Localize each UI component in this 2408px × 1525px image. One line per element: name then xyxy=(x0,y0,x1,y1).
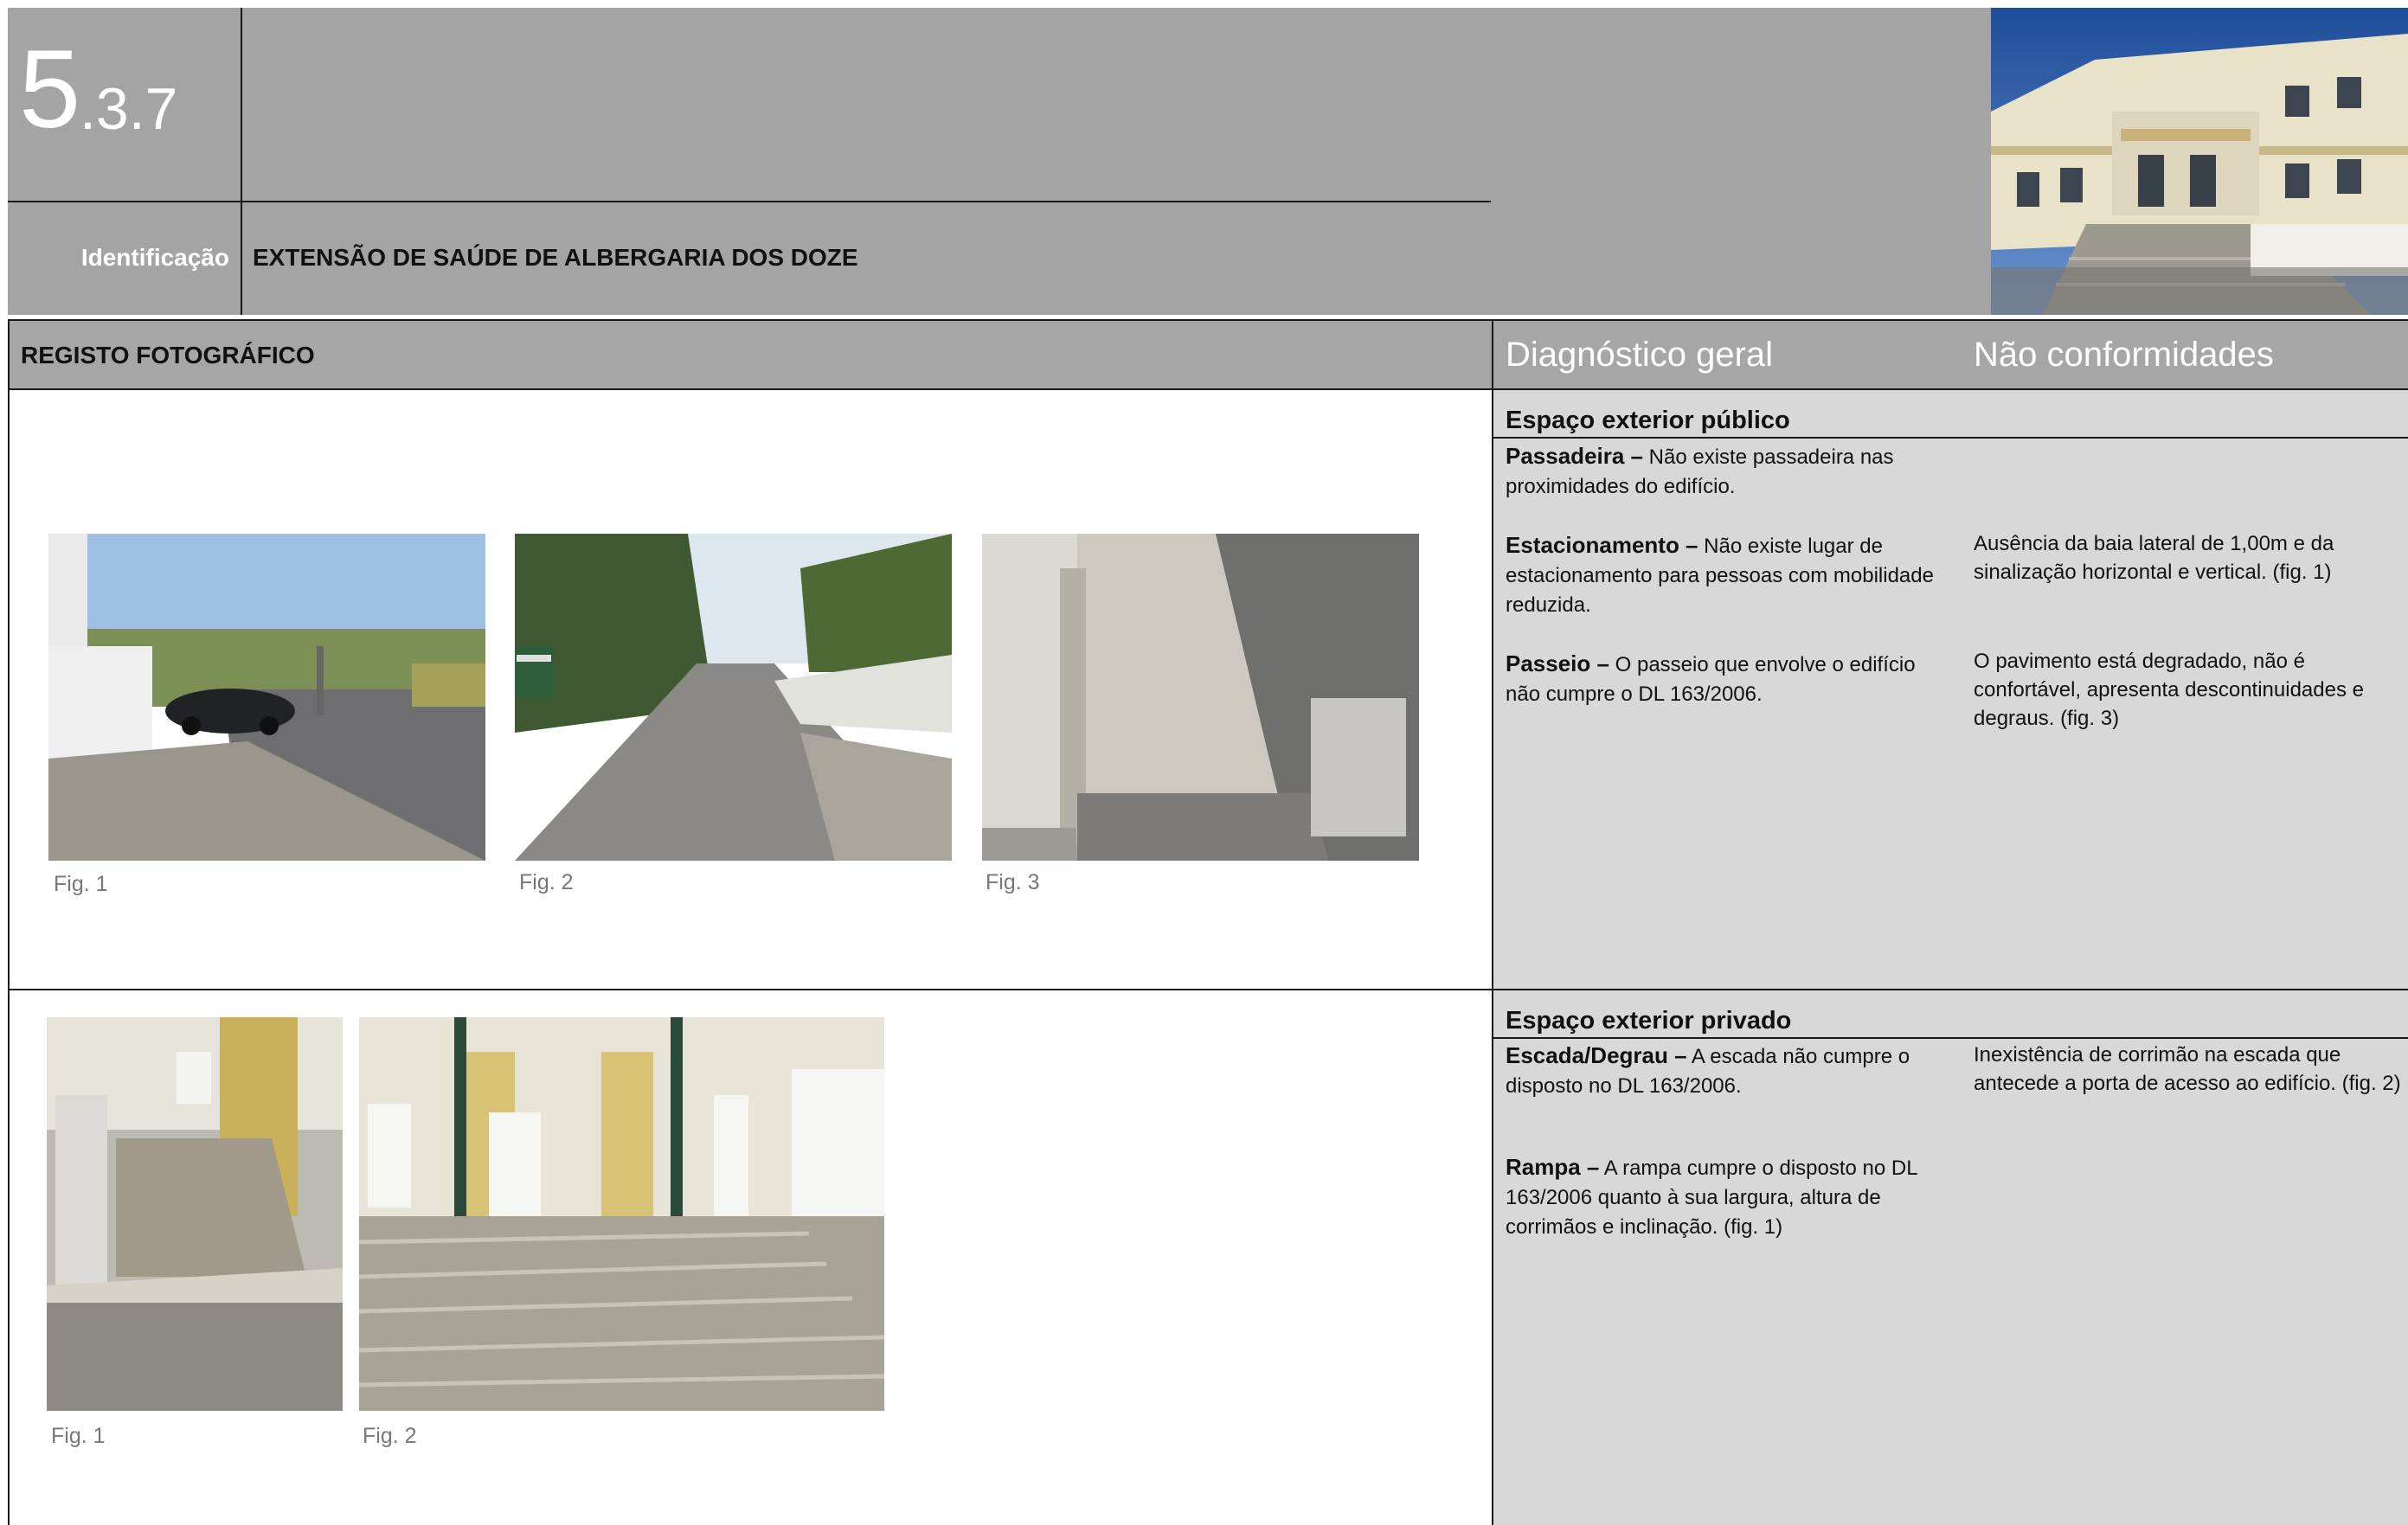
row-divider xyxy=(8,989,2408,990)
header-divider-horizontal xyxy=(8,201,1491,202)
caption-fig-3: Fig. 3 xyxy=(986,870,1040,894)
photo-record-title: REGISTO FOTOGRÁFICO xyxy=(21,342,315,368)
photo-ramp xyxy=(47,1017,343,1411)
identification-value: EXTENSÃO DE SAÚDE DE ALBERGARIA DOS DOZE xyxy=(253,244,858,271)
section-subnumber: .3.7 xyxy=(80,76,178,142)
item-term: Passeio – xyxy=(1506,650,1609,676)
item-term: Estacionamento – xyxy=(1506,532,1698,558)
item-term: Rampa – xyxy=(1506,1154,1600,1180)
public-section-rule xyxy=(1493,437,2408,439)
column-divider xyxy=(1492,319,1493,1525)
nonconformity-estacionamento: Ausência da baia lateral de 1,00m e da s… xyxy=(1974,532,2334,584)
item-escada: Escada/Degrau – A escada não cumpre o di… xyxy=(1506,1041,1955,1101)
caption-fig-1: Fig. 1 xyxy=(54,872,108,896)
item-passeio: Passeio – O passeio que envolve o edifíc… xyxy=(1506,649,1955,709)
nonconformity-escada: Inexistência de corrimão na escada que a… xyxy=(1974,1043,2401,1095)
building-photo xyxy=(1991,8,2408,315)
header-divider-vertical xyxy=(241,8,242,315)
nonconformity-passeio: O pavimento está degradado, não é confor… xyxy=(1974,650,2364,730)
public-section-title: Espaço exterior público xyxy=(1506,407,1790,434)
photo-stairs xyxy=(359,1017,884,1411)
item-estacionamento: Estacionamento – Não existe lugar de est… xyxy=(1506,530,1955,620)
diagnosis-title: Diagnóstico geral xyxy=(1506,336,1774,374)
nonconformity-title: Não conformidades xyxy=(1974,336,2274,374)
section-number: 5 xyxy=(19,28,81,151)
photo-sidewalk xyxy=(982,534,1419,861)
caption-fig-2: Fig. 2 xyxy=(519,870,574,894)
caption-fig-2: Fig. 2 xyxy=(363,1424,417,1448)
photo-parking xyxy=(48,534,485,861)
photo-road xyxy=(515,534,952,861)
item-term: Passadeira – xyxy=(1506,443,1644,469)
identification-label: Identificação xyxy=(80,244,229,271)
item-passadeira: Passadeira – Não existe passadeira nas p… xyxy=(1506,441,1955,502)
private-section-title: Espaço exterior privado xyxy=(1506,1007,1792,1035)
item-rampa: Rampa – A rampa cumpre o disposto no DL … xyxy=(1506,1152,1955,1242)
caption-fig-1: Fig. 1 xyxy=(51,1424,106,1448)
item-term: Escada/Degrau – xyxy=(1506,1042,1687,1068)
private-section-rule xyxy=(1493,1037,2408,1039)
